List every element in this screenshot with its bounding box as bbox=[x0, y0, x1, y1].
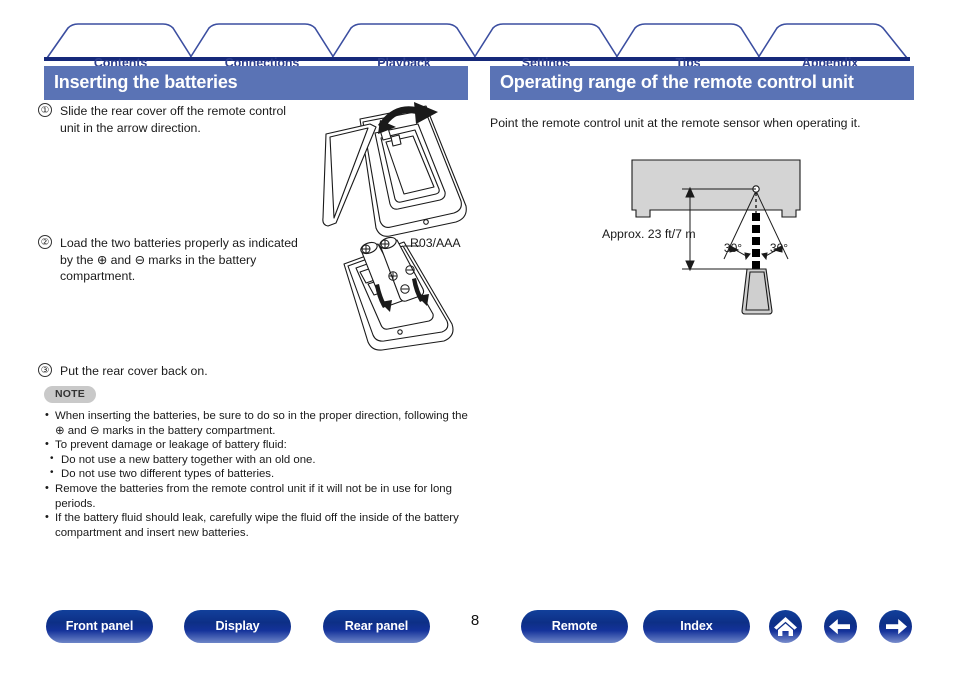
arrow-right-icon bbox=[886, 619, 907, 635]
page-root: Contents Connections Playback Settings T… bbox=[0, 0, 954, 673]
tab-bar-underline bbox=[44, 57, 910, 61]
note-item-1: When inserting the batteries, be sure to… bbox=[44, 408, 474, 438]
remote-slide-cover-illustration bbox=[322, 102, 467, 237]
figure-label-battery-type: R03/AAA bbox=[410, 236, 461, 250]
step-2-number: ② bbox=[38, 235, 52, 249]
home-button[interactable] bbox=[769, 610, 802, 643]
section-heading-operating-range: Operating range of the remote control un… bbox=[490, 66, 914, 100]
step-2-text: Load the two batteries properly as indic… bbox=[60, 236, 298, 283]
step-3: ③ Put the rear cover back on. bbox=[38, 363, 308, 380]
footer-display[interactable]: Display bbox=[184, 610, 291, 643]
footer-rear-panel[interactable]: Rear panel bbox=[323, 610, 430, 643]
tab-shape-appendix bbox=[757, 23, 908, 59]
operating-range-lead-text: Point the remote control unit at the rem… bbox=[490, 116, 861, 130]
note-item-4: If the battery fluid should leak, carefu… bbox=[44, 510, 474, 540]
figure-battery-insert bbox=[330, 232, 485, 359]
home-icon bbox=[774, 617, 797, 636]
distance-label: Approx. 23 ft/7 m bbox=[602, 227, 696, 241]
step-3-text: Put the rear cover back on. bbox=[60, 364, 208, 378]
step-3-number: ③ bbox=[38, 363, 52, 377]
note-item-2: To prevent damage or leakage of battery … bbox=[44, 437, 474, 453]
tab-shape-tips bbox=[615, 23, 761, 59]
right-column: Operating range of the remote control un… bbox=[490, 66, 914, 131]
angle-label-left: 30° bbox=[724, 241, 742, 255]
note-subitem-2: Do not use two different types of batter… bbox=[48, 466, 474, 482]
footer-front-panel[interactable]: Front panel bbox=[46, 610, 153, 643]
footer-remote[interactable]: Remote bbox=[521, 610, 628, 643]
tab-shape-settings bbox=[473, 23, 619, 59]
page-number: 8 bbox=[470, 612, 480, 629]
back-button[interactable] bbox=[824, 610, 857, 643]
note-subitem-1: Do not use a new battery together with a… bbox=[48, 452, 474, 468]
top-tab-bar: Contents Connections Playback Settings T… bbox=[0, 22, 954, 70]
note-badge: NOTE bbox=[44, 386, 96, 403]
step-1: ① Slide the rear cover off the remote co… bbox=[38, 103, 308, 136]
note-list: When inserting the batteries, be sure to… bbox=[44, 408, 474, 540]
note-item-3: Remove the batteries from the remote con… bbox=[44, 481, 474, 511]
angle-label-right: 30° bbox=[770, 241, 788, 255]
figure-remote-slide-cover bbox=[318, 100, 486, 245]
step-1-text: Slide the rear cover off the remote cont… bbox=[60, 104, 287, 135]
section-heading-inserting-batteries: Inserting the batteries bbox=[44, 66, 468, 100]
remote-control-shape bbox=[741, 268, 773, 315]
tab-shape-playback bbox=[331, 23, 477, 59]
forward-button[interactable] bbox=[879, 610, 912, 643]
tab-shape-contents bbox=[46, 23, 193, 59]
note-sublist: Do not use a new battery together with a… bbox=[44, 452, 474, 482]
beam-center-bar bbox=[752, 213, 760, 269]
step-1-number: ① bbox=[38, 103, 52, 117]
arrow-left-icon bbox=[829, 619, 850, 635]
step-2: ② Load the two batteries properly as ind… bbox=[38, 235, 308, 285]
left-column: Inserting the batteries bbox=[44, 66, 468, 100]
footer-index[interactable]: Index bbox=[643, 610, 750, 643]
tab-shape-connections bbox=[189, 23, 335, 59]
battery-insert-illustration bbox=[343, 236, 454, 351]
note-block: NOTE When inserting the batteries, be su… bbox=[44, 384, 474, 540]
